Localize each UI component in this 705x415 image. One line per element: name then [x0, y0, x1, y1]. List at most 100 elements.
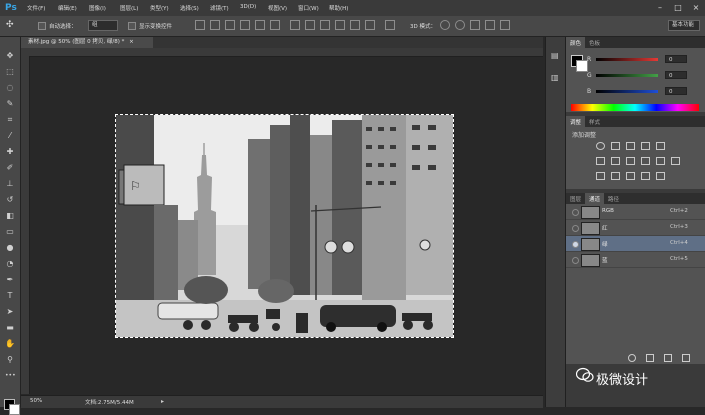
distribute-vcenter-icon[interactable] [305, 20, 315, 30]
channel-row-red[interactable]: 红 Ctrl+3 [566, 220, 705, 236]
photo-filter-adjust-icon[interactable] [641, 157, 650, 165]
align-hcenter-icon[interactable] [255, 20, 265, 30]
blur-tool-icon[interactable]: ● [5, 243, 15, 253]
curves-adjust-icon[interactable] [626, 142, 635, 150]
3d-slide-icon[interactable] [485, 20, 495, 30]
healing-tool-icon[interactable]: ✚ [5, 147, 15, 157]
tab-color[interactable]: 颜色 [566, 37, 586, 48]
document-tab-close-icon[interactable]: × [129, 39, 134, 45]
menu-image[interactable]: 图像(I) [89, 4, 106, 12]
gradient-tool-icon[interactable]: ▭ [5, 227, 15, 237]
threshold-adjust-icon[interactable] [626, 172, 635, 180]
quick-select-tool-icon[interactable]: ✎ [5, 99, 15, 109]
crop-tool-icon[interactable]: ⌗ [5, 115, 15, 125]
gradient-map-adjust-icon[interactable] [656, 172, 665, 180]
move-tool-icon[interactable]: ✣ [6, 20, 14, 30]
history-panel-icon[interactable]: ▤ [551, 51, 559, 60]
pen-tool-icon[interactable]: ✒ [5, 275, 15, 285]
distribute-right-icon[interactable] [365, 20, 375, 30]
status-menu-arrow-icon[interactable]: ▸ [161, 398, 164, 405]
hue-saturation-adjust-icon[interactable] [596, 157, 605, 165]
g-slider[interactable] [596, 74, 658, 77]
menu-edit[interactable]: 编辑(E) [58, 4, 77, 12]
delete-channel-icon[interactable] [682, 354, 690, 362]
tab-layers[interactable]: 图层 [566, 193, 585, 204]
auto-select-dropdown[interactable]: 组 [88, 20, 118, 31]
tab-channels[interactable]: 通道 [585, 193, 605, 204]
3d-drag-icon[interactable] [470, 20, 480, 30]
menu-window[interactable]: 窗口(W) [298, 4, 319, 12]
r-slider[interactable] [596, 58, 658, 61]
marquee-tool-icon[interactable]: ⬚ [5, 67, 15, 77]
minimize-button[interactable]: – [651, 0, 669, 16]
3d-rotate-icon[interactable] [440, 20, 450, 30]
auto-align-icon[interactable] [385, 20, 395, 30]
close-button[interactable]: × [687, 0, 705, 16]
visibility-eye-icon[interactable] [572, 241, 579, 248]
g-value[interactable]: 0 [665, 71, 687, 79]
move-tool-icon[interactable]: ✥ [5, 51, 15, 61]
exposure-adjust-icon[interactable] [641, 142, 650, 150]
channel-row-blue[interactable]: 蓝 Ctrl+5 [566, 252, 705, 268]
tab-styles[interactable]: 样式 [585, 116, 604, 127]
eraser-tool-icon[interactable]: ◧ [5, 211, 15, 221]
3d-roll-icon[interactable] [455, 20, 465, 30]
distribute-left-icon[interactable] [335, 20, 345, 30]
posterize-adjust-icon[interactable] [611, 172, 620, 180]
vibrance-adjust-icon[interactable] [656, 142, 665, 150]
tab-adjustments[interactable]: 调整 [566, 116, 586, 127]
zoom-level[interactable]: 50% [30, 398, 42, 404]
align-right-icon[interactable] [270, 20, 280, 30]
save-selection-icon[interactable] [646, 354, 654, 362]
color-balance-adjust-icon[interactable] [611, 157, 620, 165]
brightness-adjust-icon[interactable] [596, 142, 605, 150]
background-color-swatch[interactable] [9, 404, 20, 415]
stamp-tool-icon[interactable]: ⊥ [5, 179, 15, 189]
b-value[interactable]: 0 [665, 87, 687, 95]
color-spectrum-bar[interactable] [571, 104, 699, 111]
selective-color-adjust-icon[interactable] [641, 172, 650, 180]
menu-type[interactable]: 类型(Y) [150, 4, 169, 12]
align-top-icon[interactable] [195, 20, 205, 30]
maximize-button[interactable]: □ [669, 0, 687, 16]
distribute-top-icon[interactable] [290, 20, 300, 30]
show-transform-checkbox[interactable] [128, 22, 136, 30]
menu-select[interactable]: 选择(S) [180, 4, 199, 12]
levels-adjust-icon[interactable] [611, 142, 620, 150]
visibility-eye-icon[interactable] [572, 257, 579, 264]
history-brush-tool-icon[interactable]: ↺ [5, 195, 15, 205]
eyedropper-tool-icon[interactable]: ⁄ [5, 131, 15, 141]
hand-tool-icon[interactable]: ✋ [5, 339, 15, 349]
document-tab[interactable]: 素材.jpg @ 50% (图层 0 拷贝, 绿/8) * × [21, 37, 153, 48]
auto-select-checkbox[interactable] [38, 22, 46, 30]
menu-file[interactable]: 文件(F) [27, 4, 45, 12]
black-white-adjust-icon[interactable] [626, 157, 635, 165]
lasso-tool-icon[interactable]: ◌ [5, 83, 15, 93]
shape-tool-icon[interactable]: ▬ [5, 323, 15, 333]
distribute-hcenter-icon[interactable] [350, 20, 360, 30]
tab-paths[interactable]: 路径 [604, 193, 623, 204]
visibility-eye-icon[interactable] [572, 225, 579, 232]
b-slider[interactable] [596, 90, 658, 93]
distribute-bottom-icon[interactable] [320, 20, 330, 30]
workspace-dropdown[interactable]: 基本功能 [668, 20, 700, 31]
type-tool-icon[interactable]: T [5, 291, 15, 301]
invert-adjust-icon[interactable] [596, 172, 605, 180]
channel-mixer-adjust-icon[interactable] [656, 157, 665, 165]
path-select-tool-icon[interactable]: ➤ [5, 307, 15, 317]
load-selection-icon[interactable] [628, 354, 636, 362]
dodge-tool-icon[interactable]: ◔ [5, 259, 15, 269]
menu-view[interactable]: 视图(V) [268, 4, 287, 12]
visibility-eye-icon[interactable] [572, 209, 579, 216]
align-vcenter-icon[interactable] [210, 20, 220, 30]
align-bottom-icon[interactable] [225, 20, 235, 30]
menu-3d[interactable]: 3D(D) [240, 4, 256, 10]
properties-panel-icon[interactable]: ▥ [551, 73, 559, 82]
menu-layer[interactable]: 图层(L) [120, 4, 138, 12]
r-value[interactable]: 0 [665, 55, 687, 63]
3d-scale-icon[interactable] [500, 20, 510, 30]
align-left-icon[interactable] [240, 20, 250, 30]
menu-filter[interactable]: 滤镜(T) [210, 4, 229, 12]
brush-tool-icon[interactable]: ✐ [5, 163, 15, 173]
color-lookup-adjust-icon[interactable] [671, 157, 680, 165]
